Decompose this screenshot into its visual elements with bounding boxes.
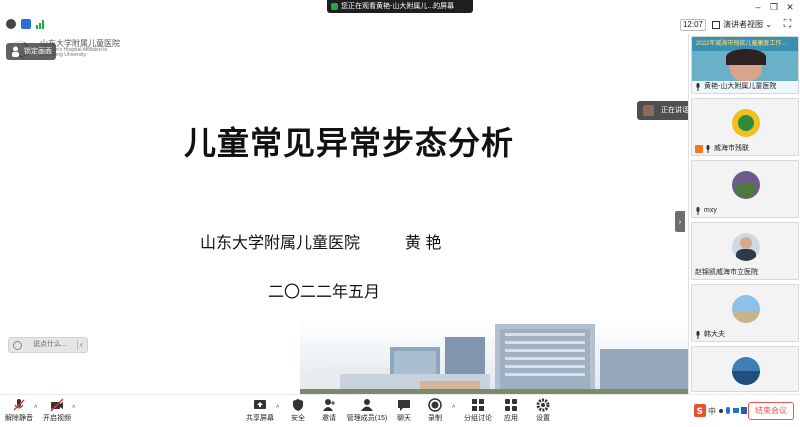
emoji-icon[interactable] [13,341,22,350]
settings-button[interactable]: 设置 [532,398,554,426]
speaker-avatar [643,105,654,116]
collapse-panel-button[interactable]: › [675,211,685,232]
participant-name: 威海市残联 [705,144,749,153]
mic-icon [706,145,710,153]
participant-name: 韩大夫 [695,330,725,339]
participant-tile[interactable]: 赵锦凯威海市立医院 [691,222,799,280]
person-icon [12,46,19,57]
signal-icon[interactable] [36,19,46,29]
members-icon [361,399,373,411]
participant-tile[interactable]: 韩大夫 [691,284,799,342]
chat-button[interactable]: 聊天 [394,398,414,426]
record-button[interactable]: 录制 [424,398,446,426]
breakout-rooms-icon [472,399,484,411]
info-icon[interactable] [6,19,16,29]
participant-tile[interactable] [691,346,799,392]
participant-tile[interactable]: mxy [691,160,799,218]
host-badge-icon [695,145,703,153]
share-status-icon [331,3,338,10]
participant-name: 赵锦凯威海市立医院 [695,269,758,276]
participant-tile[interactable]: 2022年威海市残疾儿童康复工作... 黄艳-山大附属儿童医院 [691,36,799,94]
chat-placeholder: 说点什么... [33,341,67,348]
leave-meeting-button[interactable]: 结束会议 [748,402,794,420]
participant-avatar [732,357,760,385]
record-icon [428,398,442,412]
video-button[interactable]: 开启视频 [42,398,72,426]
screen-share-banner[interactable]: 您正在观看黄艳-山大附属儿...的屏幕 [327,0,473,13]
hospital-building-image [300,319,688,394]
participant-avatar [732,295,760,323]
slide-title: 儿童常见异常步态分析 [183,125,514,161]
camera-off-icon [50,398,64,412]
grid-icon [712,21,720,29]
lock-screen-label: 锁定画面 [24,48,52,55]
share-banner-text: 您正在观看黄艳-山大附属儿...的屏幕 [341,3,455,10]
shield-icon [293,399,303,411]
participant-name: 黄艳-山大附属儿童医院 [695,82,776,91]
presenter-org: 山东大学附属儿童医院 [200,235,361,252]
apps-button[interactable]: 应用 [500,398,522,426]
presenter-line: 山东大学附属儿童医院 黄 艳 [200,229,441,253]
minimize-button[interactable]: – [752,1,764,13]
quick-chat-input[interactable]: 说点什么... ‹ [8,337,88,353]
slide-date: 二〇二二年五月 [268,284,381,301]
mute-button[interactable]: 解除静音 [4,398,34,426]
chat-icon [398,400,410,411]
fullscreen-icon[interactable]: ⛶ [782,19,793,30]
restore-button[interactable]: ❐ [768,1,780,13]
shared-slide: 山东大学附属儿童医院 Children's Hospital Affiliate… [0,34,688,394]
breakout-button[interactable]: 分组讨论 [462,398,494,426]
chevron-up-icon[interactable]: ^ [452,405,455,412]
participant-tile[interactable]: 威海市残联 [691,98,799,156]
participant-name: mxy [695,206,717,215]
chevron-down-icon: ⌄ [765,20,772,29]
chevron-up-icon[interactable]: ^ [34,405,37,412]
presenter-name: 黄 艳 [404,235,442,252]
mic-icon [696,83,700,91]
share-screen-icon [254,400,266,409]
meeting-timer: 12:07 [680,19,706,31]
participant-avatar [732,109,760,137]
shield-icon[interactable] [21,19,31,29]
lock-screen-button[interactable]: 锁定画面 [6,43,56,60]
participant-avatar [732,171,760,199]
meeting-toolbar: 解除静音 ^ 开启视频 ^ 共享屏幕 ^ 安全 邀请 管理成员(15) 聊天 录… [0,394,800,427]
meeting-window: 您正在观看黄艳-山大附属儿...的屏幕 – ❐ ✕ 12:07 演讲者视图 ⌄ … [0,0,800,427]
title-bar: 您正在观看黄艳-山大附属儿...的屏幕 – ❐ ✕ [0,0,800,14]
apps-icon [505,399,517,411]
svg-text:中: 中 [708,406,716,416]
close-button[interactable]: ✕ [784,1,796,13]
chevron-up-icon[interactable]: ^ [276,405,279,412]
chevron-left-icon[interactable]: ‹ [80,338,83,352]
participant-panel: 2022年威海市残疾儿童康复工作... 黄艳-山大附属儿童医院 威海市残联 mx… [688,34,800,394]
chevron-up-icon[interactable]: ^ [72,405,75,412]
mic-icon [696,207,700,215]
share-screen-button[interactable]: 共享屏幕 [244,398,276,426]
svg-text:S: S [697,407,703,417]
invite-button[interactable]: 邀请 [318,398,340,426]
security-button[interactable]: 安全 [288,398,308,426]
view-mode-button[interactable]: 演讲者视图 ⌄ [712,18,776,32]
mic-off-icon [13,399,25,411]
add-user-icon [323,399,335,411]
video-banner-text: 2022年威海市残疾儿童康复工作... [696,41,787,47]
view-mode-label: 演讲者视图 [723,20,763,29]
manage-members-button[interactable]: 管理成员(15) [346,398,388,426]
participant-avatar [732,233,760,261]
gear-icon [536,398,550,412]
mic-icon [696,331,700,339]
